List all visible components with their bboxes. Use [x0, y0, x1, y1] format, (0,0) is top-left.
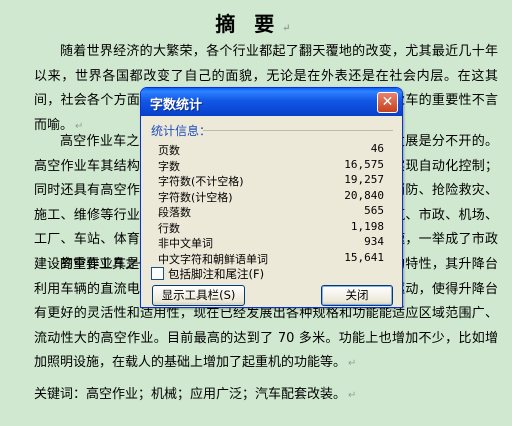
stat-value: 1,198 — [350, 219, 384, 233]
close-button[interactable]: 关闭 — [321, 285, 393, 306]
stat-value: 934 — [364, 235, 384, 248]
stat-label: 字数 — [158, 159, 180, 173]
include-footnotes-label: 包括脚注和尾注(F) — [168, 267, 265, 281]
stat-value: 15,641 — [344, 250, 384, 264]
stat-row-chars-no-spaces: 字符数(不计空格) 19,257 — [158, 173, 384, 189]
stat-row-words: 字数 16,575 — [158, 158, 384, 174]
stat-value: 46 — [370, 142, 384, 155]
keywords-line: 关键词：高空作业；机械；应用广泛；汽车配套改装。 ↵ — [34, 387, 357, 402]
stat-row-non-chinese-words: 非中文单词 934 — [158, 235, 384, 251]
show-toolbar-button[interactable]: 显示工具栏(S) — [152, 285, 245, 306]
include-footnotes-checkbox[interactable] — [151, 267, 164, 280]
dialog-titlebar[interactable]: 字数统计 ✕ — [141, 88, 402, 116]
include-footnotes-option[interactable]: 包括脚注和尾注(F) — [151, 266, 264, 282]
stat-value: 16,575 — [344, 157, 384, 171]
document-title: 摘 要 ↵ — [215, 12, 297, 36]
stat-row-chars-with-spaces: 字符数(计空格) 20,840 — [158, 189, 384, 205]
stat-row-paragraphs: 段落数 565 — [158, 204, 384, 220]
stat-row-cjk-chars: 中文字符和朝鲜语单词 15,641 — [158, 251, 384, 267]
statistics-section-label: 统计信息： — [151, 124, 212, 138]
close-icon[interactable]: ✕ — [377, 92, 398, 113]
stat-label: 行数 — [158, 221, 180, 235]
stat-row-lines: 行数 1,198 — [158, 220, 384, 236]
stat-label: 非中文单词 — [158, 237, 213, 250]
word-count-dialog: 字数统计 ✕ 统计信息： 页数 46 字数 16,575 字符数(不计空格) 1… — [140, 87, 403, 308]
dialog-title: 字数统计 — [150, 98, 203, 113]
stat-value: 20,840 — [344, 188, 384, 202]
stat-value: 565 — [364, 204, 384, 217]
stat-label: 页数 — [158, 144, 180, 157]
stat-label: 字符数(不计空格) — [158, 175, 244, 188]
section-divider — [203, 130, 393, 131]
stat-label: 中文字符和朝鲜语单词 — [158, 252, 268, 266]
stat-label: 段落数 — [158, 206, 191, 219]
stat-value: 19,257 — [344, 173, 384, 186]
stat-row-pages: 页数 46 — [158, 142, 384, 158]
statistics-list: 页数 46 字数 16,575 字符数(不计空格) 19,257 字符数(计空格… — [158, 142, 384, 266]
stat-label: 字符数(计空格) — [158, 190, 233, 204]
